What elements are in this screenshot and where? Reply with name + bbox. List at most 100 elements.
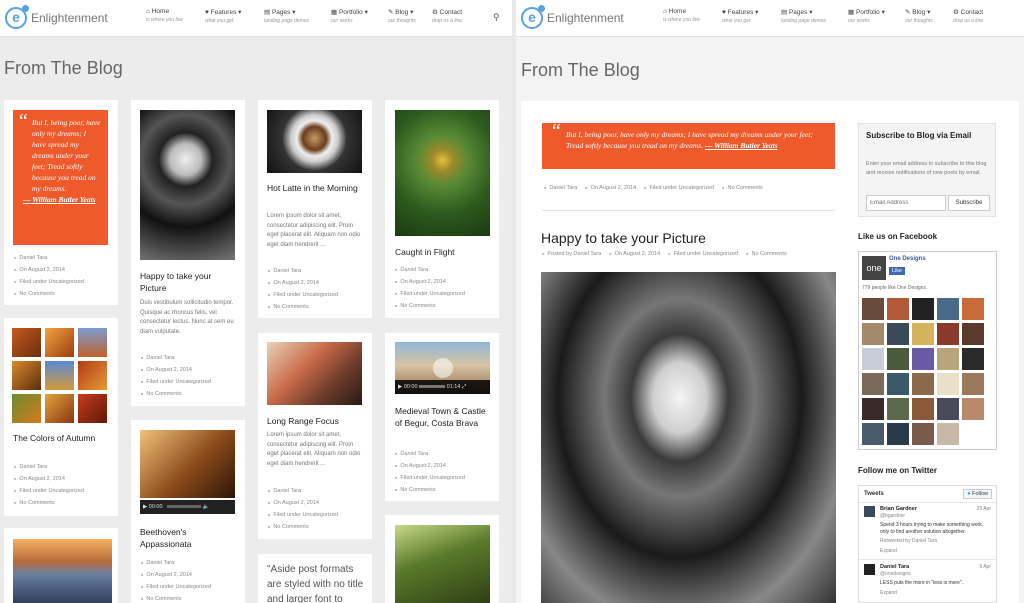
twitter-follow-button[interactable]: ● Follow (963, 489, 992, 499)
menu-contact[interactable]: ⚙ Contact drop us a line (953, 8, 1003, 24)
menu-blog[interactable]: ✎ Blog ▾ our thoughts (905, 8, 953, 24)
gallery-grid[interactable] (12, 328, 107, 423)
fan-avatar[interactable] (862, 373, 884, 395)
avatar[interactable] (864, 506, 875, 517)
left-screenshot: e Enlightenment ⌂ Home is where you live … (0, 0, 512, 603)
fullscreen-icon[interactable]: ⤢ (462, 384, 466, 390)
post-title[interactable]: Long Range Focus (267, 415, 362, 427)
post-image[interactable] (267, 342, 362, 405)
menu-features[interactable]: ♥ Features ▾ what you get (722, 8, 781, 24)
fan-avatar[interactable] (887, 323, 909, 345)
menu-contact[interactable]: ⚙ Contact drop us a line (432, 8, 482, 24)
post-title[interactable]: Beethoven's Appassionata (140, 526, 235, 550)
fan-avatar[interactable] (912, 348, 934, 370)
fan-avatar[interactable] (937, 373, 959, 395)
site-logo[interactable]: e Enlightenment (521, 5, 624, 31)
fan-avatar[interactable] (862, 423, 884, 445)
post-title[interactable]: Caught in Flight (395, 246, 490, 258)
fan-avatar[interactable] (862, 298, 884, 320)
post-image[interactable] (267, 110, 362, 173)
fan-avatar[interactable] (962, 373, 984, 395)
menu-home[interactable]: ⌂ Home is where you live (663, 8, 722, 24)
facebook-like-button[interactable]: Like (889, 267, 906, 275)
fan-avatar[interactable] (912, 323, 934, 345)
fan-avatar[interactable] (937, 298, 959, 320)
fan-avatar[interactable] (962, 323, 984, 345)
volume-icon[interactable]: 🔈 (203, 504, 210, 510)
fan-avatar[interactable] (937, 398, 959, 420)
gallery-thumb[interactable] (12, 361, 41, 390)
gallery-thumb[interactable] (45, 361, 74, 390)
post-image[interactable] (13, 539, 112, 603)
twitter-widget: Tweets ● Follow Brian Gardner @bgardner … (858, 485, 997, 603)
fan-avatar[interactable] (887, 373, 909, 395)
video-controls[interactable]: ▶ 00:00 01:14 ⤢ (395, 380, 490, 394)
post-image[interactable] (140, 110, 235, 260)
fan-avatar[interactable] (962, 298, 984, 320)
post-excerpt: Duis vestibulum sollicitudin tempor. Qui… (140, 300, 234, 335)
fan-avatar[interactable] (962, 398, 984, 420)
play-icon[interactable]: ▶ (143, 504, 147, 510)
focus-card: Long Range Focus Lorem ipsum dolor sit a… (258, 333, 372, 539)
fan-avatar[interactable] (887, 423, 909, 445)
menu-pages[interactable]: ▤ Pages ▾ landing page demos (781, 8, 848, 24)
fan-avatar[interactable] (912, 423, 934, 445)
latte-card: Hot Latte in the Morning Lorem ipsum dol… (258, 100, 372, 318)
gallery-thumb[interactable] (78, 394, 107, 423)
audio-player[interactable]: ▶ 00:00 🔈 (140, 500, 235, 514)
logo-icon: e (521, 5, 545, 29)
divider (859, 502, 996, 503)
menu-features[interactable]: ♥ Features ▾ what you get (205, 8, 264, 24)
subscribe-button[interactable]: Subscribe (948, 195, 990, 211)
video-progress[interactable] (419, 385, 446, 389)
menu-portfolio[interactable]: ▦ Portfolio ▾ our works (848, 8, 905, 24)
post-excerpt: Lorem ipsum dolor sit amet, consectetur … (267, 213, 361, 248)
fan-avatar[interactable] (962, 348, 984, 370)
fan-avatar[interactable] (912, 398, 934, 420)
fan-avatar[interactable] (912, 298, 934, 320)
post-meta: Daniel Tara On August 2, 2014 Filed unde… (14, 252, 84, 300)
gallery-thumb[interactable] (45, 328, 74, 357)
post-title[interactable]: Medieval Town & Castle of Begur, Costa B… (395, 405, 490, 429)
gallery-thumb[interactable] (12, 394, 41, 423)
menu-home[interactable]: ⌂ Home is where you live (146, 8, 205, 24)
fan-avatar[interactable] (937, 323, 959, 345)
gallery-thumb[interactable] (78, 328, 107, 357)
audio-progress[interactable] (167, 505, 202, 509)
play-icon[interactable] (433, 358, 453, 378)
fan-avatar[interactable] (887, 348, 909, 370)
fan-avatar[interactable] (912, 373, 934, 395)
post-title[interactable]: Happy to take your Picture (541, 230, 706, 246)
menu-blog[interactable]: ✎ Blog ▾ our thoughts (388, 8, 432, 24)
post-image[interactable] (140, 430, 235, 498)
post-image[interactable] (395, 110, 490, 236)
search-icon[interactable]: ⚲ (493, 12, 500, 23)
fan-avatar[interactable] (887, 398, 909, 420)
fan-avatar[interactable] (937, 348, 959, 370)
post-excerpt: Lorem ipsum dolor sit amet, consectetur … (267, 432, 361, 467)
menu-pages[interactable]: ▤ Pages ▾ landing page demos (264, 8, 331, 24)
post-meta: Daniel Tara On August 2, 2014 Filed unde… (141, 352, 211, 400)
fan-avatar[interactable] (887, 298, 909, 320)
logo-icon: e (5, 5, 29, 29)
gallery-thumb[interactable] (45, 394, 74, 423)
menu-portfolio[interactable]: ▦ Portfolio ▾ our works (331, 8, 388, 24)
site-logo[interactable]: e Enlightenment (5, 5, 108, 31)
post-title[interactable]: Happy to take your Picture (140, 270, 238, 294)
fan-avatar[interactable] (937, 423, 959, 445)
post-image[interactable] (395, 525, 490, 603)
post-title[interactable]: The Colors of Autumn (13, 432, 103, 444)
facebook-page-logo[interactable]: one (862, 256, 886, 280)
post-title[interactable]: Hot Latte in the Morning (267, 182, 362, 194)
fan-avatar[interactable] (862, 323, 884, 345)
fan-avatar[interactable] (862, 398, 884, 420)
gallery-thumb[interactable] (78, 361, 107, 390)
email-input[interactable] (866, 195, 946, 211)
fan-avatar[interactable] (862, 348, 884, 370)
avatar[interactable] (864, 564, 875, 575)
main-menu: ⌂ Home is where you live ♥ Features ▾ what… (663, 8, 1003, 24)
autumn-card: The Colors of Autumn Daniel Tara On Augu… (4, 318, 118, 516)
gallery-thumb[interactable] (12, 328, 41, 357)
page-title: From The Blog (521, 60, 640, 80)
post-featured-image[interactable] (541, 272, 836, 603)
